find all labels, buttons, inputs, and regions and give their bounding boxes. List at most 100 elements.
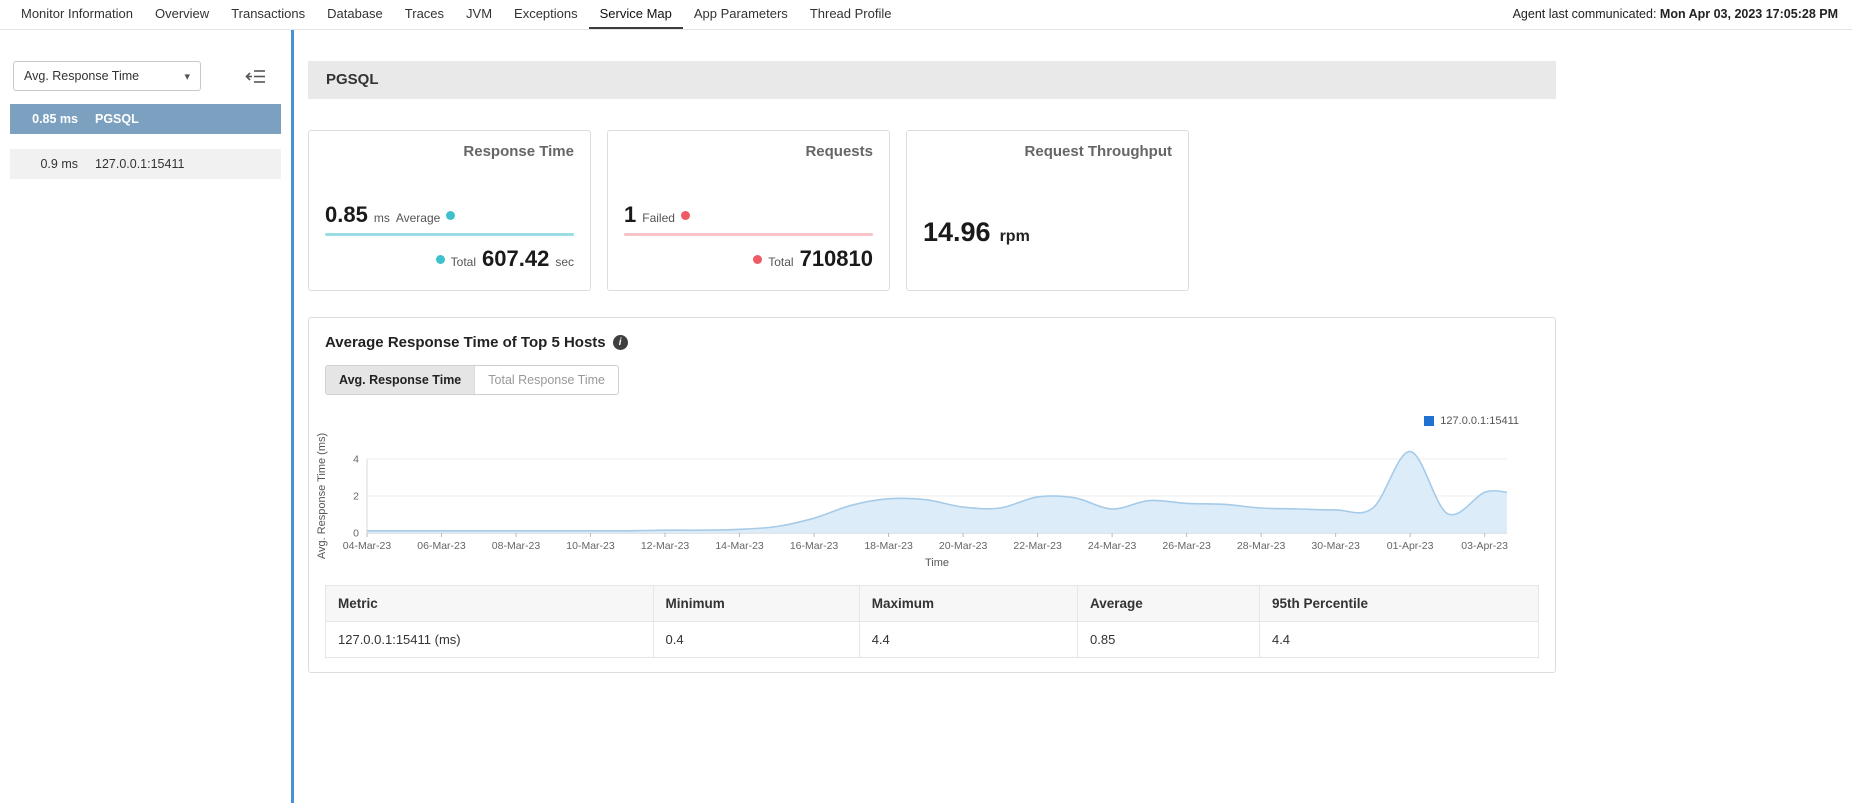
card-requests: Requests 1 Failed Total 710810 — [607, 130, 890, 291]
chevron-down-icon: ▾ — [184, 70, 190, 83]
cell-95th-percentile: 4.4 — [1258, 621, 1540, 658]
svg-text:0: 0 — [353, 528, 359, 540]
card-response-time: Response Time 0.85 ms Average Total 607.… — [308, 130, 591, 291]
cell-metric: 127.0.0.1:15411 (ms) — [325, 621, 654, 658]
chart-legend[interactable]: 127.0.0.1:15411 — [309, 415, 1519, 427]
nav-tabs: Monitor Information Overview Transaction… — [10, 0, 902, 29]
tab-app-parameters[interactable]: App Parameters — [683, 0, 799, 29]
svg-text:03-Apr-23: 03-Apr-23 — [1461, 540, 1508, 552]
avg-response-time-section: Average Response Time of Top 5 Hosts i A… — [308, 317, 1556, 673]
section-header-pgsql: PGSQL — [308, 61, 1556, 99]
chart-title-text: Average Response Time of Top 5 Hosts — [325, 334, 606, 351]
svg-text:2: 2 — [353, 491, 359, 503]
svg-text:12-Mar-23: 12-Mar-23 — [641, 540, 690, 552]
average-unit: ms — [373, 211, 390, 225]
average-dot-icon — [446, 210, 456, 220]
total-requests-row: Total 710810 — [624, 246, 873, 272]
tab-database[interactable]: Database — [316, 0, 394, 29]
item-metric-value: 0.9 ms — [40, 157, 78, 171]
throughput-unit: rpm — [999, 228, 1030, 245]
sidebar-toolbar: Avg. Response Time ▾ — [0, 61, 291, 91]
response-time-chart[interactable]: 0 2 4 04-Mar-23 06-Mar-23 08-Mar-23 10-Mar-23 1… — [311, 429, 1553, 575]
svg-text:Time: Time — [925, 557, 949, 569]
failed-value: 1 — [624, 202, 637, 227]
svg-text:08-Mar-23: 08-Mar-23 — [492, 540, 541, 552]
tab-exceptions[interactable]: Exceptions — [503, 0, 589, 29]
table-header-row: Metric Minimum Maximum Average 95th Perc… — [325, 585, 1540, 622]
main-panel: PGSQL Response Time 0.85 ms Average Tota… — [291, 30, 1852, 803]
tab-overview[interactable]: Overview — [144, 0, 220, 29]
item-label: PGSQL — [95, 112, 139, 126]
table-header-95th-percentile: 95th Percentile — [1258, 585, 1540, 622]
host-list: 0.85 ms PGSQL 0.9 ms 127.0.0.1:15411 — [0, 104, 291, 179]
metric-dropdown[interactable]: Avg. Response Time ▾ — [13, 61, 201, 91]
tab-monitor-information[interactable]: Monitor Information — [10, 0, 144, 29]
tab-traces[interactable]: Traces — [394, 0, 455, 29]
chart-mode-toggle: Avg. Response Time Total Response Time — [325, 365, 619, 395]
sidebar-item-host-127-0-0-1[interactable]: 0.9 ms 127.0.0.1:15411 — [10, 149, 281, 179]
sidebar: Avg. Response Time ▾ 0.85 ms PGSQL 0.9 m… — [0, 30, 291, 803]
card-accent-line — [325, 233, 574, 236]
total-dot-icon — [753, 254, 763, 264]
item-metric-value: 0.85 ms — [32, 112, 78, 126]
total-label: Total — [450, 255, 477, 269]
average-response-row: 0.85 ms Average — [325, 202, 574, 228]
svg-text:4: 4 — [353, 454, 359, 466]
svg-text:04-Mar-23: 04-Mar-23 — [343, 540, 392, 552]
svg-text:14-Mar-23: 14-Mar-23 — [715, 540, 764, 552]
svg-text:28-Mar-23: 28-Mar-23 — [1237, 540, 1286, 552]
failed-dot-icon — [680, 210, 690, 220]
metric-dropdown-value: Avg. Response Time — [24, 69, 140, 83]
table-header-minimum: Minimum — [652, 585, 860, 622]
cell-average: 0.85 — [1077, 621, 1260, 658]
agent-last-communicated: Agent last communicated: Mon Apr 03, 202… — [1513, 0, 1838, 29]
svg-text:18-Mar-23: 18-Mar-23 — [864, 540, 913, 552]
table-header-maximum: Maximum — [858, 585, 1079, 622]
svg-text:26-Mar-23: 26-Mar-23 — [1162, 540, 1211, 552]
toggle-avg-response-time[interactable]: Avg. Response Time — [326, 366, 475, 394]
total-dot-icon — [435, 254, 445, 264]
toggle-total-response-time[interactable]: Total Response Time — [474, 366, 618, 394]
legend-label: 127.0.0.1:15411 — [1440, 415, 1519, 427]
tab-transactions[interactable]: Transactions — [220, 0, 316, 29]
svg-text:10-Mar-23: 10-Mar-23 — [566, 540, 615, 552]
card-title: Requests — [805, 143, 873, 160]
sidebar-item-pgsql[interactable]: 0.85 ms PGSQL — [10, 104, 281, 134]
table-row: 127.0.0.1:15411 (ms) 0.4 4.4 0.85 4.4 — [325, 621, 1540, 658]
svg-text:30-Mar-23: 30-Mar-23 — [1311, 540, 1360, 552]
metrics-table: Metric Minimum Maximum Average 95th Perc… — [325, 585, 1540, 658]
svg-text:Avg. Response Time (ms): Avg. Response Time (ms) — [316, 433, 328, 559]
svg-text:01-Apr-23: 01-Apr-23 — [1387, 540, 1434, 552]
svg-text:16-Mar-23: 16-Mar-23 — [790, 540, 839, 552]
agent-last-communicated-label: Agent last communicated: — [1512, 7, 1657, 21]
tab-service-map[interactable]: Service Map — [588, 0, 683, 29]
failed-label: Failed — [642, 211, 675, 225]
total-value: 607.42 — [482, 246, 550, 271]
throughput-row: 14.96 rpm — [923, 217, 1172, 248]
info-icon[interactable]: i — [612, 335, 628, 350]
total-unit: sec — [555, 255, 574, 269]
top-nav: Monitor Information Overview Transaction… — [0, 0, 1852, 30]
failed-requests-row: 1 Failed — [624, 202, 873, 228]
total-value: 710810 — [799, 246, 873, 271]
total-response-row: Total 607.42 sec — [325, 246, 574, 272]
total-label: Total — [768, 255, 794, 269]
legend-swatch — [1424, 416, 1435, 426]
average-value: 0.85 — [325, 202, 368, 227]
item-label: 127.0.0.1:15411 — [95, 157, 185, 171]
card-title: Request Throughput — [1024, 143, 1172, 160]
collapse-sidebar-icon[interactable] — [245, 69, 266, 84]
agent-last-communicated-time: Mon Apr 03, 2023 17:05:28 PM — [1659, 7, 1838, 21]
cell-maximum: 4.4 — [858, 621, 1079, 658]
tab-jvm[interactable]: JVM — [455, 0, 503, 29]
chart-section-title: Average Response Time of Top 5 Hosts i — [309, 334, 1555, 351]
svg-text:24-Mar-23: 24-Mar-23 — [1088, 540, 1137, 552]
throughput-value: 14.96 — [923, 217, 991, 247]
card-accent-line — [624, 233, 873, 236]
tab-thread-profile[interactable]: Thread Profile — [799, 0, 903, 29]
summary-cards: Response Time 0.85 ms Average Total 607.… — [308, 130, 1556, 291]
cell-minimum: 0.4 — [652, 621, 860, 658]
page-body: Avg. Response Time ▾ 0.85 ms PGSQL 0.9 m… — [0, 30, 1852, 803]
svg-text:20-Mar-23: 20-Mar-23 — [939, 540, 988, 552]
table-header-metric: Metric — [325, 585, 654, 622]
